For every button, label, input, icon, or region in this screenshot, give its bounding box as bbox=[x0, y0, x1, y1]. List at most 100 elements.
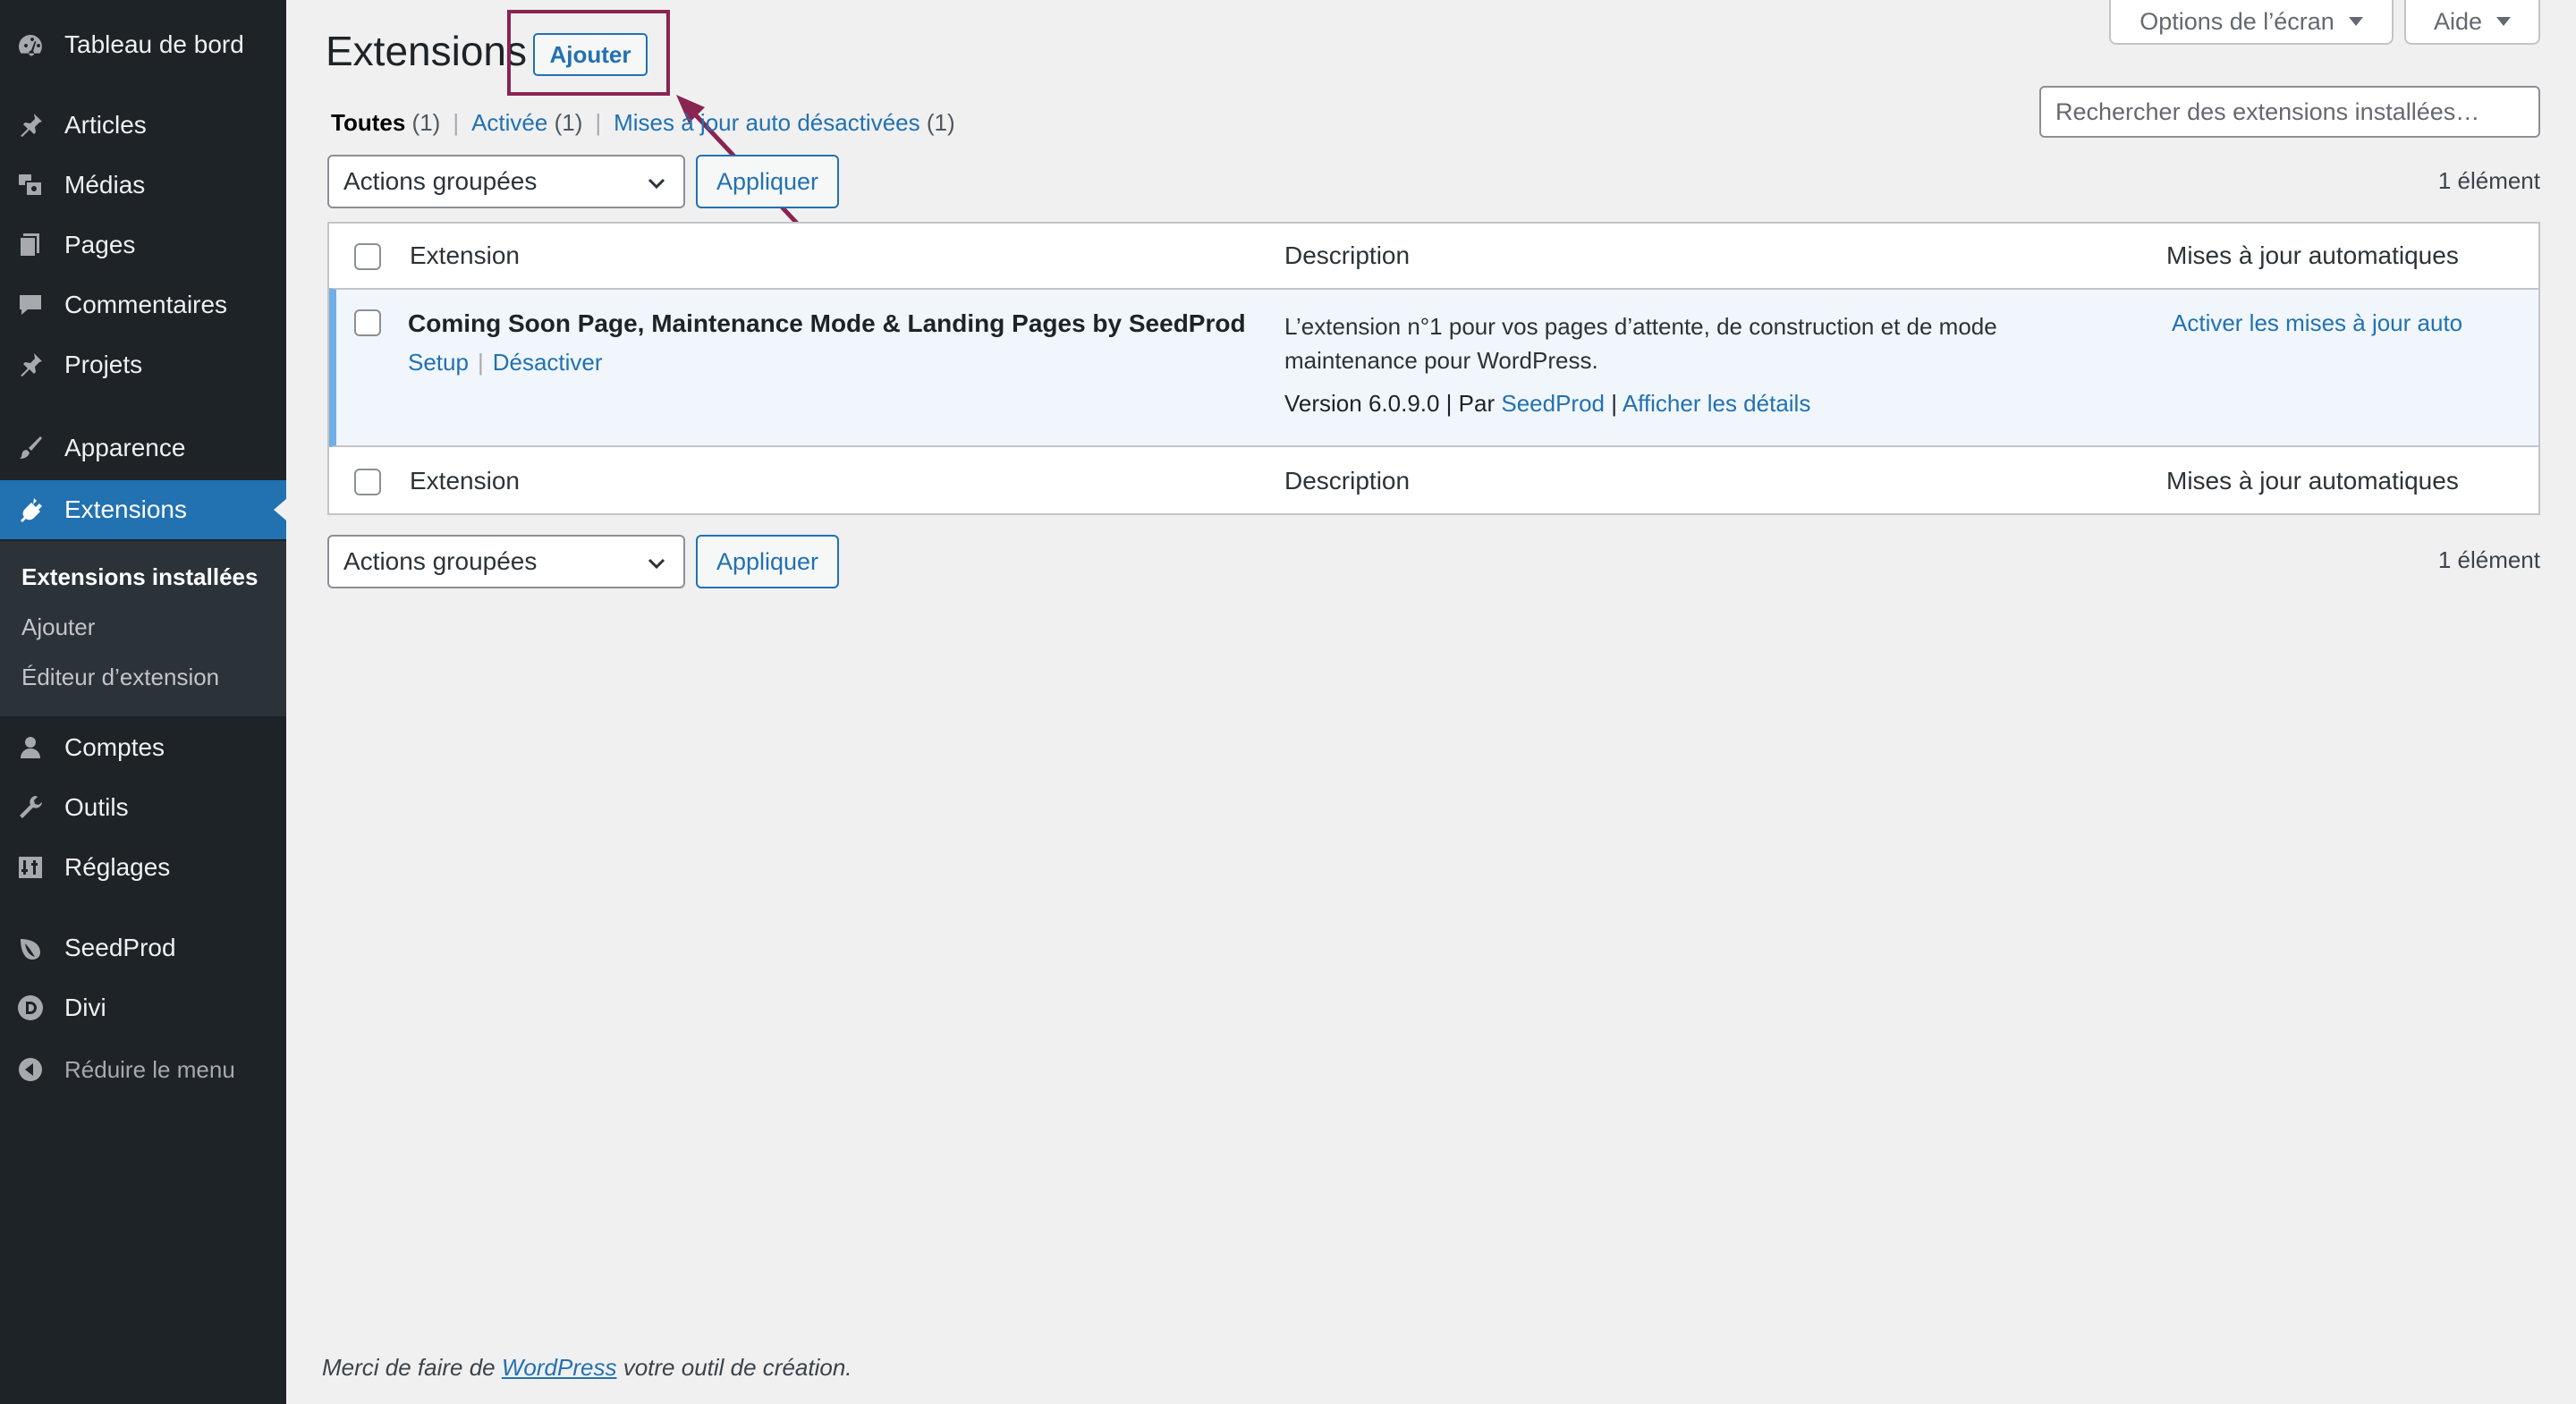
annotation-highlight-box bbox=[507, 10, 670, 96]
submenu-installed-extensions[interactable]: Extensions installées bbox=[21, 563, 258, 591]
pages-icon bbox=[19, 233, 39, 258]
menu-item-commentaires[interactable]: Commentaires bbox=[0, 275, 286, 334]
status-filters: Toutes (1) | Activée (1) | Mises à jour … bbox=[331, 109, 955, 137]
menu-label: Réduire le menu bbox=[64, 1055, 235, 1083]
menu-item-apparence[interactable]: Apparence bbox=[0, 419, 286, 478]
column-footer-auto-updates: Mises à jour automatiques bbox=[2166, 467, 2459, 495]
filter-active[interactable]: Activée bbox=[471, 109, 547, 137]
plugin-description: L’extension n°1 pour vos pages d’attente… bbox=[1284, 313, 1997, 374]
apply-button-bottom[interactable]: Appliquer bbox=[696, 535, 839, 588]
menu-item-projets[interactable]: Projets bbox=[0, 335, 286, 394]
page-title: Extensions bbox=[326, 28, 528, 74]
filter-count: (1) bbox=[411, 109, 441, 136]
filter-auto-updates-disabled[interactable]: Mises à jour auto désactivées bbox=[614, 109, 920, 137]
dashboard-icon bbox=[19, 35, 42, 56]
menu-label: Pages bbox=[64, 231, 136, 258]
menu-item-outils[interactable]: Outils bbox=[0, 778, 286, 837]
submenu-extension-editor[interactable]: Éditeur d’extension bbox=[21, 664, 219, 691]
menu-item-seedprod[interactable]: SeedProd bbox=[0, 918, 286, 977]
wordpress-link[interactable]: WordPress bbox=[502, 1354, 617, 1381]
view-details-link[interactable]: Afficher les détails bbox=[1623, 390, 1811, 417]
enable-auto-updates-link[interactable]: Activer les mises à jour auto bbox=[2172, 309, 2462, 337]
divi-icon bbox=[18, 995, 43, 1020]
column-header-auto-updates: Mises à jour automatiques bbox=[2166, 241, 2459, 269]
seedprod-icon bbox=[21, 939, 40, 960]
submenu-add[interactable]: Ajouter bbox=[21, 613, 95, 641]
menu-item-divi[interactable]: Divi bbox=[0, 978, 286, 1037]
menu-label: Réglages bbox=[64, 853, 171, 881]
menu-label: Articles bbox=[64, 111, 147, 139]
items-count-bottom: 1 élément bbox=[2437, 546, 2540, 573]
screen-options-button[interactable]: Options de l’écran bbox=[2109, 0, 2394, 45]
bulk-actions-select[interactable]: Actions groupées bbox=[327, 155, 685, 208]
menu-item-articles[interactable]: Articles bbox=[0, 96, 286, 155]
pin-icon bbox=[21, 353, 42, 376]
menu-item-reglages[interactable]: Réglages bbox=[0, 838, 286, 897]
meta-separator: | bbox=[1611, 390, 1618, 417]
wrench-icon bbox=[20, 796, 42, 818]
action-separator: | bbox=[477, 349, 484, 376]
comments-icon bbox=[20, 295, 41, 315]
menu-label: Commentaires bbox=[64, 291, 228, 318]
footer-suffix: votre outil de création. bbox=[623, 1354, 852, 1381]
collapse-arrow-icon bbox=[19, 1058, 42, 1081]
caret-down-icon bbox=[2348, 17, 2363, 26]
menu-label: Projets bbox=[64, 351, 143, 378]
collapse-menu-button[interactable]: Réduire le menu bbox=[0, 1040, 286, 1099]
help-label: Aide bbox=[2433, 7, 2483, 35]
filter-separator: | bbox=[595, 109, 602, 136]
menu-label: Apparence bbox=[64, 434, 186, 461]
author-link[interactable]: SeedProd bbox=[1501, 390, 1605, 417]
row-checkbox[interactable] bbox=[354, 309, 381, 336]
plugins-table: Extension Description Mises à jour autom… bbox=[327, 222, 2540, 515]
extensions-submenu: Extensions installées Ajouter Éditeur d’… bbox=[0, 541, 286, 716]
settings-icon bbox=[19, 857, 42, 878]
menu-label: Comptes bbox=[64, 733, 165, 761]
caret-down-icon bbox=[2496, 17, 2512, 26]
screen-options-label: Options de l’écran bbox=[2140, 7, 2334, 35]
menu-label: Divi bbox=[64, 994, 106, 1021]
plugin-name: Coming Soon Page, Maintenance Mode & Lan… bbox=[408, 309, 1246, 337]
column-header-extension: Extension bbox=[410, 241, 520, 269]
menu-item-dashboard[interactable]: Tableau de bord bbox=[0, 15, 286, 74]
row-actions: Setup | Désactiver bbox=[408, 349, 603, 376]
menu-label: Tableau de bord bbox=[64, 30, 244, 58]
footer-prefix: Merci de faire de bbox=[322, 1354, 496, 1381]
menu-item-extensions[interactable]: Extensions bbox=[0, 480, 286, 539]
chevron-down-icon bbox=[648, 178, 665, 190]
search-installed-extensions-input[interactable] bbox=[2039, 86, 2540, 138]
column-footer-description: Description bbox=[1284, 467, 1411, 495]
filter-separator: | bbox=[453, 109, 460, 136]
menu-item-medias[interactable]: Médias bbox=[0, 156, 286, 215]
chevron-down-icon bbox=[648, 558, 665, 570]
bulk-actions-select-bottom[interactable]: Actions groupées bbox=[327, 535, 685, 588]
column-header-description: Description bbox=[1284, 241, 1411, 269]
filter-count: (1) bbox=[926, 109, 955, 136]
table-row: Coming Soon Page, Maintenance Mode & Lan… bbox=[329, 288, 2538, 447]
admin-sidebar: Tableau de bord Articles Médias Pages Co… bbox=[0, 0, 286, 1404]
menu-item-comptes[interactable]: Comptes bbox=[0, 718, 286, 777]
select-all-checkbox[interactable] bbox=[354, 469, 381, 495]
filter-all[interactable]: Toutes bbox=[331, 109, 405, 137]
users-icon bbox=[21, 737, 40, 758]
setup-link[interactable]: Setup bbox=[408, 349, 469, 376]
select-all-checkbox[interactable] bbox=[354, 243, 381, 270]
deactivate-link[interactable]: Désactiver bbox=[493, 349, 603, 376]
table-footer-row: Extension Description Mises à jour autom… bbox=[329, 451, 2538, 513]
menu-label: Médias bbox=[64, 171, 146, 199]
items-count: 1 élément bbox=[2437, 167, 2540, 194]
help-button[interactable]: Aide bbox=[2404, 0, 2540, 45]
plugin-version: Version 6.0.9.0 | Par bbox=[1284, 390, 1496, 417]
bulk-actions-value: Actions groupées bbox=[343, 167, 538, 195]
menu-label: Extensions bbox=[64, 495, 187, 523]
pin-icon bbox=[21, 114, 42, 137]
menu-label: Outils bbox=[64, 793, 129, 821]
media-icon bbox=[19, 174, 43, 197]
column-footer-extension: Extension bbox=[410, 467, 520, 495]
menu-label: SeedProd bbox=[64, 934, 176, 961]
menu-item-pages[interactable]: Pages bbox=[0, 216, 286, 275]
brush-icon bbox=[20, 436, 42, 459]
plugin-icon bbox=[21, 498, 42, 522]
bulk-actions-value: Actions groupées bbox=[343, 547, 538, 575]
apply-button[interactable]: Appliquer bbox=[696, 155, 839, 208]
